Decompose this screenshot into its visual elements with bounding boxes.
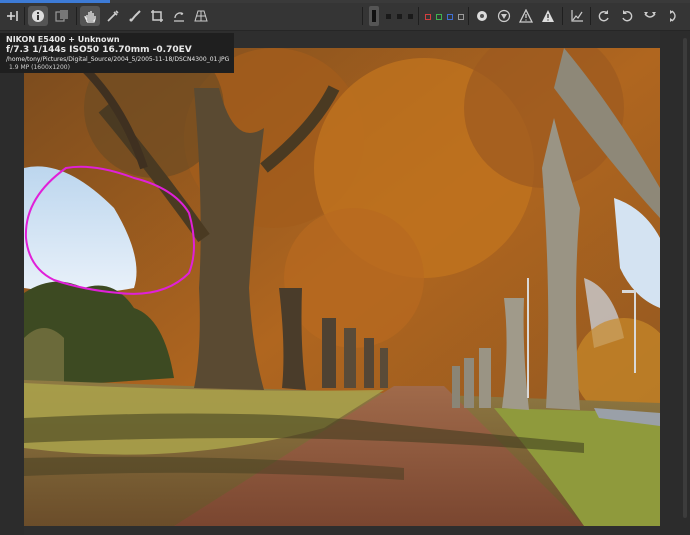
focus-mask-button[interactable] <box>472 6 492 26</box>
rgb-mode-indicator <box>372 10 376 22</box>
preview-mode-r[interactable] <box>425 14 431 20</box>
toolbar-separator <box>362 7 363 25</box>
add-to-tree-button[interactable] <box>3 6 23 26</box>
toolbar-separator <box>562 7 563 25</box>
info-icon <box>32 10 44 22</box>
toolbar-separator <box>468 7 469 25</box>
crop-tool-button[interactable] <box>147 6 167 26</box>
exposure-line: f/7.3 1/144s ISO50 16.70mm -0.70EV <box>6 45 192 55</box>
toolbar-separator <box>24 7 25 25</box>
preview-mode-b[interactable] <box>447 14 453 20</box>
color-picker-button[interactable] <box>103 6 123 26</box>
spot-removal-button[interactable] <box>125 6 145 26</box>
flip-horizontal-button[interactable] <box>640 6 660 26</box>
rotate-left-icon <box>598 10 609 22</box>
rotate-left-button[interactable] <box>594 6 614 26</box>
file-path: /home/tony/Pictures/Digital_Source/2004_… <box>6 56 230 63</box>
histogram-icon <box>571 10 583 22</box>
brush-icon <box>129 10 141 22</box>
perspective-tool-button[interactable] <box>191 6 211 26</box>
histogram-button[interactable] <box>567 6 587 26</box>
editor-toolbar <box>0 3 690 31</box>
hand-tool-button[interactable] <box>80 6 100 26</box>
shadow-clip-button[interactable] <box>494 6 514 26</box>
crop-icon <box>151 10 163 22</box>
highlight-clip-button[interactable] <box>538 6 558 26</box>
duplicate-icon <box>55 10 68 22</box>
photo-autumn-avenue <box>24 48 660 526</box>
preview-dot-3[interactable] <box>408 14 413 19</box>
circle-icon <box>477 11 487 21</box>
preview-dot-1[interactable] <box>386 14 391 19</box>
triangle-down-icon <box>497 9 511 23</box>
flip-icon <box>644 12 656 18</box>
left-panel-edge <box>0 73 24 535</box>
image-preview[interactable] <box>24 48 660 526</box>
toolbar-separator <box>76 7 77 25</box>
preview-dot-2[interactable] <box>397 14 402 19</box>
rotate-right-icon <box>622 10 633 22</box>
exposure-compensation-value: -0.70EV <box>152 45 192 55</box>
iso-value: ISO50 <box>69 45 100 55</box>
warning-triangle-icon <box>519 9 533 23</box>
preview-mode-l[interactable] <box>458 14 464 20</box>
preview-mode-rgb[interactable] <box>369 6 379 26</box>
add-plus-icon <box>7 11 18 21</box>
compare-button[interactable] <box>52 6 72 26</box>
image-info-overlay: NIKON E5400 + Unknown f/7.3 1/144s ISO50… <box>0 33 234 73</box>
toolbar-separator <box>590 7 591 25</box>
camera-model: NIKON E5400 + Unknown <box>6 35 120 44</box>
eyedropper-icon <box>107 10 119 22</box>
rotate-icon <box>174 12 184 22</box>
flip-vertical-icon <box>670 10 676 22</box>
rotate-right-button[interactable] <box>617 6 637 26</box>
focal-length-value: 16.70mm <box>102 45 150 55</box>
preview-mode-g[interactable] <box>436 14 442 20</box>
warning-button[interactable] <box>516 6 536 26</box>
info-toggle-button[interactable] <box>28 6 48 26</box>
straighten-tool-button[interactable] <box>169 6 189 26</box>
image-size: 1.9 MP (1600x1200) <box>9 64 70 71</box>
hand-icon <box>84 11 96 23</box>
shutter-value: 1/144s <box>32 45 66 55</box>
grid-icon <box>194 10 208 22</box>
warning-filled-icon <box>542 10 554 22</box>
aperture-value: f/7.3 <box>6 45 30 55</box>
vertical-scrollbar[interactable] <box>683 38 687 518</box>
flip-vertical-button[interactable] <box>664 6 684 26</box>
toolbar-separator <box>418 7 419 25</box>
